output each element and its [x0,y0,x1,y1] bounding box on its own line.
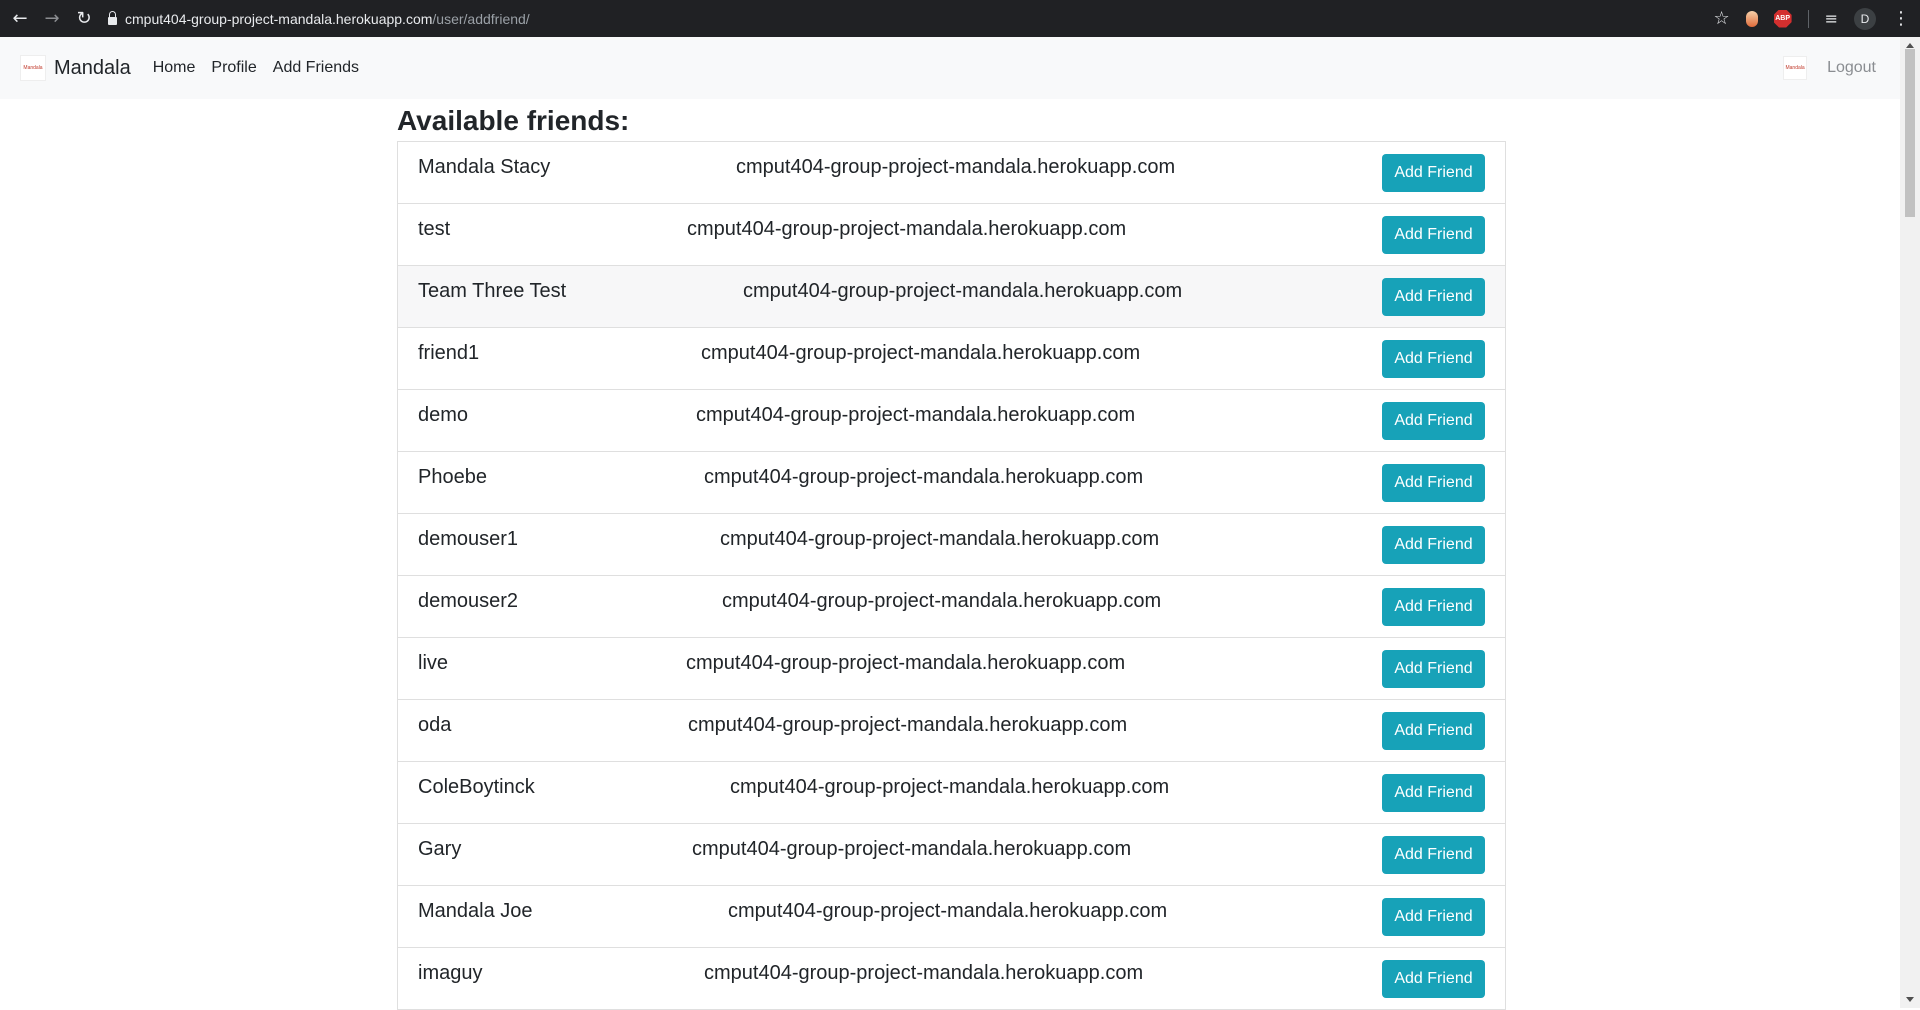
page-title: Available friends: [397,105,630,136]
add-friend-button[interactable]: Add Friend [1382,402,1485,440]
add-friend-button[interactable]: Add Friend [1382,216,1485,254]
add-friend-button[interactable]: Add Friend [1382,650,1485,688]
scroll-down-arrow-icon[interactable] [1906,997,1914,1002]
friend-row: imaguy cmput404-group-project-mandala.her… [398,948,1505,1010]
url-host: cmput404-group-project-mandala.herokuapp… [125,10,433,27]
friend-name: live [418,652,449,674]
reload-icon[interactable]: ↻ [74,8,94,29]
friend-name: friend1 [418,342,480,364]
browser-toolbar: ← → ↻ cmput404-group-project-mandala.her… [0,0,1920,37]
add-friend-button[interactable]: Add Friend [1382,774,1485,812]
friend-host: cmput404-group-project-mandala.herokuapp… [686,652,1126,674]
friend-row: live cmput404-group-project-mandala.herok… [398,638,1505,700]
navbar-right: Mandala Logout [1783,56,1876,80]
brand-logo[interactable]: Mandala [20,55,46,81]
media-queue-icon[interactable]: ≡ [1825,9,1838,28]
friend-row: test cmput404-group-project-mandala.herok… [398,204,1505,266]
friend-name: demo [418,404,469,426]
forward-arrow-icon[interactable]: → [42,8,62,29]
friend-name: ColeBoytinck [418,776,535,798]
friend-host: cmput404-group-project-mandala.herokuapp… [696,404,1136,426]
toolbar-divider [1807,9,1809,28]
address-bar[interactable]: cmput404-group-project-mandala.herokuapp… [108,10,530,27]
url-path: /user/addfriend/ [432,10,530,27]
friend-name: Phoebe [418,466,487,488]
browser-actions: ☆ ABP ≡ D ⋮ [1713,7,1910,30]
friend-name: imaguy [418,962,483,984]
adblock-icon[interactable]: ABP [1773,9,1792,28]
add-friend-button[interactable]: Add Friend [1382,712,1485,750]
friend-host: cmput404-group-project-mandala.herokuapp… [701,342,1141,364]
nav-link-profile[interactable]: Profile [211,59,256,77]
friend-name: Mandala Stacy [418,156,551,178]
add-friend-button[interactable]: Add Friend [1382,340,1485,378]
friend-host: cmput404-group-project-mandala.herokuapp… [730,776,1170,798]
friend-row: Gary cmput404-group-project-mandala.herok… [398,824,1505,886]
nav-link-add-friends[interactable]: Add Friends [273,59,359,77]
friend-row: Mandala Joe cmput404-group-project-mandal… [398,886,1505,948]
friend-host: cmput404-group-project-mandala.herokuapp… [704,466,1144,488]
friend-row: friend1 cmput404-group-project-mandala.he… [398,328,1505,390]
friend-host: cmput404-group-project-mandala.herokuapp… [688,714,1128,736]
extension-icon[interactable] [1745,10,1758,27]
brand[interactable]: Mandala Mandala [20,55,131,81]
nav-links: Home Profile Add Friends [153,59,359,77]
add-friend-button[interactable]: Add Friend [1382,898,1485,936]
kebab-menu-icon[interactable]: ⋮ [1892,8,1910,29]
friend-row: Mandala Stacy cmput404-group-project-mand… [398,142,1505,204]
friend-name: test [418,218,451,240]
friend-list: Mandala Stacy cmput404-group-project-mand… [397,141,1506,1010]
add-friend-button[interactable]: Add Friend [1382,960,1485,998]
brand-name[interactable]: Mandala [54,57,131,80]
friend-host: cmput404-group-project-mandala.herokuapp… [720,528,1160,550]
friend-row: demouser2 cmput404-group-project-mandala.… [398,576,1505,638]
friend-row: Phoebe cmput404-group-project-mandala.her… [398,452,1505,514]
main-content: Available friends: Mandala Stacy cmput404… [397,99,1506,1010]
friend-host: cmput404-group-project-mandala.herokuapp… [692,838,1132,860]
friend-name: Gary [418,838,462,860]
nav-link-home[interactable]: Home [153,59,196,77]
friend-row: oda cmput404-group-project-mandala.heroku… [398,700,1505,762]
page-scrollbar[interactable] [1900,37,1920,1008]
friend-name: oda [418,714,452,736]
browser-nav: ← → ↻ [10,8,94,29]
friend-host: cmput404-group-project-mandala.herokuapp… [687,218,1127,240]
friend-host: cmput404-group-project-mandala.herokuapp… [736,156,1176,178]
app-navbar: Mandala Mandala Home Profile Add Friends… [0,37,1900,99]
friend-name: Mandala Joe [418,900,533,922]
friend-host: cmput404-group-project-mandala.herokuapp… [704,962,1144,984]
lock-icon[interactable] [108,10,117,25]
friend-row: Team Three Test cmput404-group-project-ma… [398,266,1505,328]
friend-name: demouser1 [418,528,519,550]
back-arrow-icon[interactable]: ← [10,8,30,29]
user-logo[interactable]: Mandala [1783,56,1808,80]
friend-host: cmput404-group-project-mandala.herokuapp… [743,280,1183,302]
logout-link[interactable]: Logout [1827,59,1876,77]
friend-name: Team Three Test [418,280,567,302]
friend-host: cmput404-group-project-mandala.herokuapp… [722,590,1162,612]
friend-row: demo cmput404-group-project-mandala.herok… [398,390,1505,452]
friend-row: ColeBoytinck cmput404-group-project-manda… [398,762,1505,824]
add-friend-button[interactable]: Add Friend [1382,526,1485,564]
scroll-up-arrow-icon[interactable] [1906,43,1914,48]
scrollbar-thumb[interactable] [1905,49,1915,217]
profile-avatar-icon[interactable]: D [1854,7,1876,30]
friend-name: demouser2 [418,590,519,612]
friend-host: cmput404-group-project-mandala.herokuapp… [728,900,1168,922]
add-friend-button[interactable]: Add Friend [1382,154,1485,192]
friend-row: demouser1 cmput404-group-project-mandala.… [398,514,1505,576]
add-friend-button[interactable]: Add Friend [1382,588,1485,626]
star-icon[interactable]: ☆ [1713,8,1729,29]
add-friend-button[interactable]: Add Friend [1382,278,1485,316]
add-friend-button[interactable]: Add Friend [1382,836,1485,874]
add-friend-button[interactable]: Add Friend [1382,464,1485,502]
